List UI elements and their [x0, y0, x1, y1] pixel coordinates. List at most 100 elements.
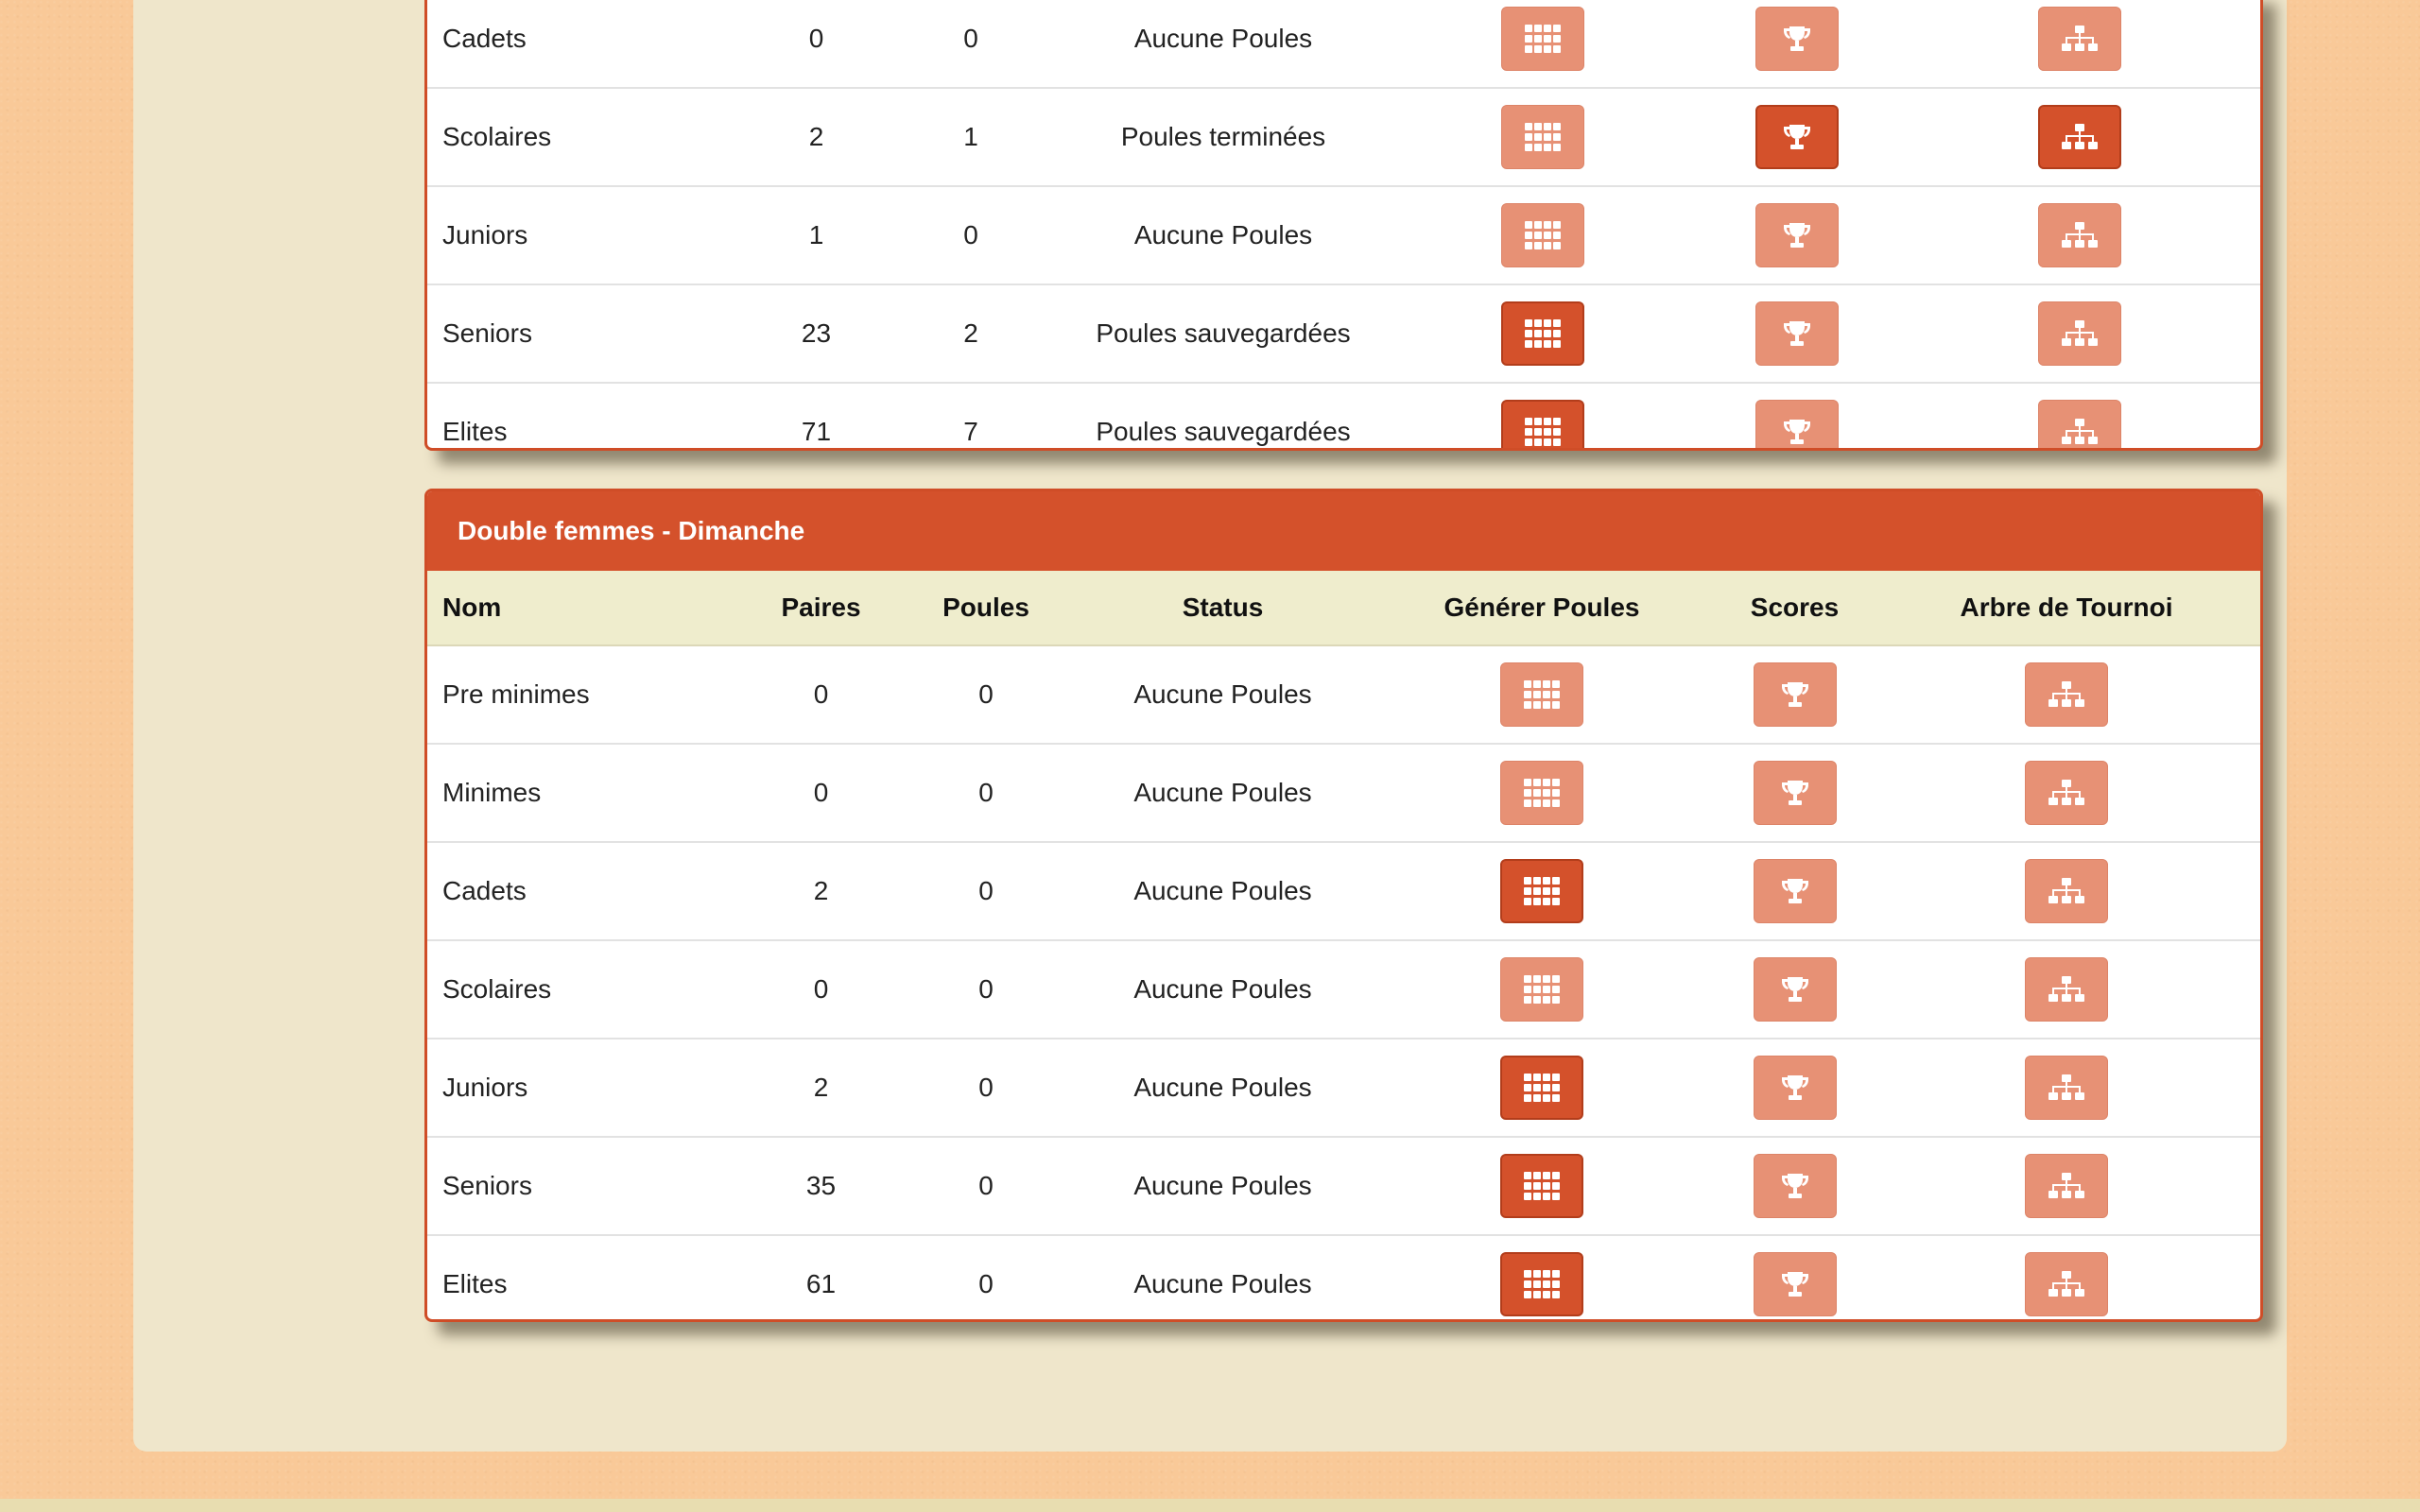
generer-poules-button[interactable] — [1500, 301, 1584, 366]
table-row: Elites 61 0 Aucune Poules — [427, 1235, 2260, 1319]
table-row: Pre minimes 0 0 Aucune Poules — [427, 645, 2260, 745]
arbre-tournoi-button[interactable] — [2025, 662, 2108, 727]
generer-poules-button[interactable] — [1500, 957, 1583, 1022]
scores-cell — [1717, 645, 1873, 745]
generer-poules-button[interactable] — [1500, 1056, 1583, 1120]
scores-cell — [1717, 744, 1873, 843]
generer-poules-button[interactable] — [1500, 662, 1583, 727]
category-name: Cadets — [427, 0, 749, 89]
category-name: Elites — [442, 1269, 508, 1298]
scores-button[interactable] — [1753, 1154, 1837, 1218]
status-text: Aucune Poules — [1079, 842, 1367, 941]
arbre-tournoi-button[interactable] — [2037, 400, 2121, 448]
main-content: Cadets 0 0 Aucune Poules Scolaires 2 1 Poules t… — [133, 0, 2287, 1452]
grid-icon — [1524, 1172, 1560, 1200]
sitemap-icon — [2061, 319, 2098, 348]
poules-count: 0 — [893, 1137, 1079, 1236]
scores-button[interactable] — [1753, 957, 1837, 1022]
scores-button[interactable] — [1753, 1252, 1837, 1316]
arbre-tournoi-button[interactable] — [2025, 1056, 2108, 1120]
trophy-icon — [1782, 221, 1812, 249]
grid-icon — [1524, 221, 1561, 249]
table-row: Seniors 35 0 Aucune Poules — [427, 1137, 2260, 1236]
generer-poules-button[interactable] — [1500, 400, 1584, 448]
grid-icon — [1524, 25, 1561, 53]
category-name: Cadets — [427, 842, 749, 941]
generer-poules-button[interactable] — [1500, 1252, 1583, 1316]
scores-button[interactable] — [1755, 7, 1839, 71]
generer-poules-button[interactable] — [1500, 7, 1584, 71]
arbre-tournoi-button[interactable] — [2025, 1252, 2108, 1316]
paires-count: 2 — [749, 842, 893, 941]
generer-poules-button[interactable] — [1500, 859, 1583, 923]
paires-count: 2 — [749, 1039, 893, 1138]
scores-cell — [1717, 940, 1873, 1040]
sitemap-icon — [2061, 25, 2098, 53]
grid-icon — [1524, 1074, 1560, 1102]
generer-poules-cell — [1389, 284, 1696, 384]
arbre-tournoi-button[interactable] — [2025, 859, 2108, 923]
category-table-top: Cadets 0 0 Aucune Poules Scolaires 2 1 Poules t… — [427, 0, 2260, 448]
category-name: Minimes — [427, 744, 749, 843]
arbre-tournoi-button[interactable] — [2025, 1154, 2108, 1218]
trophy-icon — [1780, 975, 1810, 1004]
scores-cell — [1696, 186, 1898, 285]
arbre-tournoi-button[interactable] — [2037, 105, 2121, 169]
trophy-icon — [1780, 1270, 1810, 1298]
generer-poules-cell — [1367, 744, 1717, 843]
paires-count: 23 — [749, 284, 884, 384]
scores-button[interactable] — [1753, 1056, 1837, 1120]
arbre-tournoi-button[interactable] — [2037, 203, 2121, 267]
header-poules: Poules — [893, 571, 1079, 646]
scores-cell — [1696, 284, 1898, 384]
arbre-tournoi-cell — [1873, 645, 2260, 745]
category-table-double-femmes: Nom Paires Poules Status Générer Poules … — [427, 571, 2260, 1319]
paires-count: 71 — [801, 417, 832, 446]
scores-button[interactable] — [1753, 761, 1837, 825]
poules-count: 0 — [978, 1269, 994, 1298]
generer-poules-cell — [1367, 1137, 1717, 1236]
sitemap-icon — [2061, 221, 2098, 249]
scores-cell — [1717, 1235, 1873, 1319]
panel-title: Double femmes - Dimanche — [427, 491, 2260, 571]
generer-poules-cell — [1367, 645, 1717, 745]
paires-count: 0 — [749, 744, 893, 843]
poules-count: 7 — [963, 417, 978, 446]
header-arbre-de-tournoi: Arbre de Tournoi — [1873, 571, 2260, 646]
generer-poules-button[interactable] — [1500, 761, 1583, 825]
arbre-tournoi-button[interactable] — [2025, 761, 2108, 825]
scores-button[interactable] — [1755, 105, 1839, 169]
grid-icon — [1524, 680, 1560, 709]
header-generer-poules: Générer Poules — [1367, 571, 1717, 646]
status-text: Aucune Poules — [1133, 1269, 1312, 1298]
arbre-tournoi-cell — [1898, 0, 2260, 89]
arbre-tournoi-button[interactable] — [2025, 957, 2108, 1022]
header-paires: Paires — [749, 571, 893, 646]
table-row: Elites 71 7 Poules sauvegardées — [427, 383, 2260, 448]
poules-count: 0 — [893, 1039, 1079, 1138]
arbre-tournoi-button[interactable] — [2037, 7, 2121, 71]
grid-icon — [1524, 1270, 1560, 1298]
poules-count: 0 — [884, 0, 1058, 89]
table-row: Cadets 0 0 Aucune Poules — [427, 0, 2260, 89]
generer-poules-button[interactable] — [1500, 203, 1584, 267]
generer-poules-cell — [1389, 383, 1696, 448]
generer-poules-button[interactable] — [1500, 1154, 1583, 1218]
scores-button[interactable] — [1755, 301, 1839, 366]
scores-button[interactable] — [1753, 662, 1837, 727]
grid-icon — [1524, 123, 1561, 151]
generer-poules-button[interactable] — [1500, 105, 1584, 169]
sitemap-icon — [2061, 418, 2098, 446]
scores-button[interactable] — [1755, 400, 1839, 448]
scores-button[interactable] — [1755, 203, 1839, 267]
poules-count: 2 — [884, 284, 1058, 384]
arbre-tournoi-button[interactable] — [2037, 301, 2121, 366]
trophy-icon — [1782, 418, 1812, 446]
status-text: Poules sauvegardées — [1058, 284, 1389, 384]
scores-button[interactable] — [1753, 859, 1837, 923]
generer-poules-cell — [1389, 88, 1696, 187]
paires-count: 0 — [749, 645, 893, 745]
table-row: Seniors 23 2 Poules sauvegardées — [427, 284, 2260, 384]
generer-poules-cell — [1389, 0, 1696, 89]
table-row: Cadets 2 0 Aucune Poules — [427, 842, 2260, 941]
